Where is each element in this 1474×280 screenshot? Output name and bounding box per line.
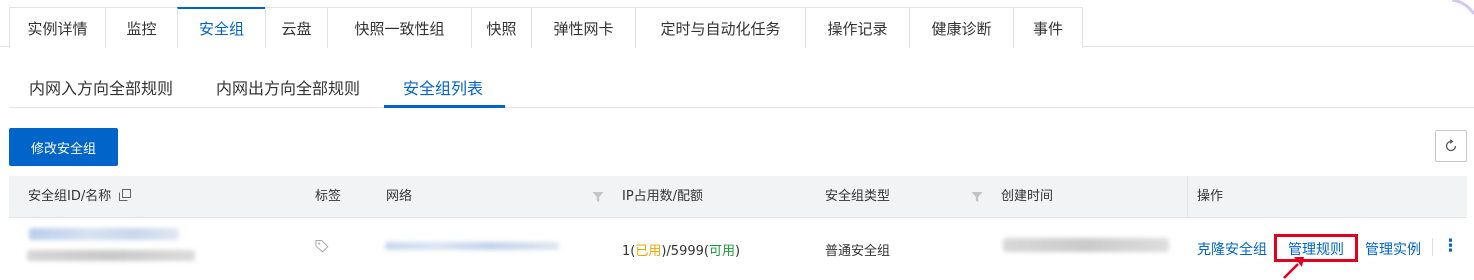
security-group-type: 普通安全组: [825, 244, 891, 259]
clone-security-group-link[interactable]: 克隆安全组: [1197, 239, 1267, 259]
modify-security-group-button[interactable]: 修改安全组: [9, 128, 118, 166]
col-header-sg-type: 安全组类型: [825, 189, 891, 204]
subtab-security-group-list[interactable]: 安全组列表: [403, 72, 483, 108]
tab-security-group[interactable]: 安全组: [177, 7, 265, 48]
tab-monitoring[interactable]: 监控: [105, 8, 177, 48]
security-group-id-link[interactable]: [29, 228, 179, 240]
tag-icon[interactable]: [315, 239, 329, 253]
tab-health-diagnosis[interactable]: 健康诊断: [909, 8, 1013, 48]
more-actions-icon[interactable]: ⋮: [1442, 236, 1459, 256]
tab-snapshot-consistency-group[interactable]: 快照一致性组: [327, 8, 471, 48]
tab-elastic-nic[interactable]: 弹性网卡: [531, 8, 635, 48]
col-header-tags: 标签: [315, 189, 342, 204]
col-header-ip-usage: IP占用数/配额: [622, 189, 704, 204]
network-link[interactable]: [385, 242, 559, 250]
tab-scheduled-automation[interactable]: 定时与自动化任务: [635, 8, 805, 48]
active-subtab-indicator: [384, 105, 505, 108]
arrow-annotation-icon: [1283, 257, 1304, 279]
corner-decoration: [1452, 0, 1474, 15]
table-row: 1(已用)/5999(可用) 普通安全组 克隆安全组 管理规则 管理实例 ⋮: [9, 218, 1467, 280]
filter-icon[interactable]: [592, 191, 604, 203]
filter-icon[interactable]: [971, 191, 983, 203]
tab-snapshot[interactable]: 快照: [471, 8, 531, 48]
top-tab-bar: 实例详情 监控 安全组 云盘 快照一致性组 快照 弹性网卡 定时与自动化任务 操…: [9, 7, 1083, 48]
col-header-network: 网络: [386, 189, 413, 204]
creation-time: [1003, 238, 1169, 252]
tab-instance-details[interactable]: 实例详情: [9, 8, 105, 48]
tab-operation-log[interactable]: 操作记录: [805, 8, 909, 48]
sub-tab-bar: 内网入方向全部规则 内网出方向全部规则 安全组列表: [9, 72, 1474, 108]
ops-separator: [1432, 238, 1433, 256]
subtab-outbound-rules[interactable]: 内网出方向全部规则: [216, 72, 360, 108]
ip-usage-value: 1(已用)/5999(可用): [622, 244, 741, 259]
col-header-id-name: 安全组ID/名称: [28, 176, 132, 218]
subtab-inbound-rules[interactable]: 内网入方向全部规则: [29, 72, 173, 108]
copy-icon[interactable]: [119, 189, 132, 201]
security-group-name: [27, 250, 195, 261]
manage-instances-link[interactable]: 管理实例: [1365, 239, 1421, 259]
refresh-icon: [1445, 139, 1457, 152]
tab-events[interactable]: 事件: [1013, 8, 1083, 48]
col-header-created: 创建时间: [1001, 189, 1054, 204]
refresh-button[interactable]: [1435, 130, 1467, 162]
tab-cloud-disk[interactable]: 云盘: [265, 8, 327, 48]
